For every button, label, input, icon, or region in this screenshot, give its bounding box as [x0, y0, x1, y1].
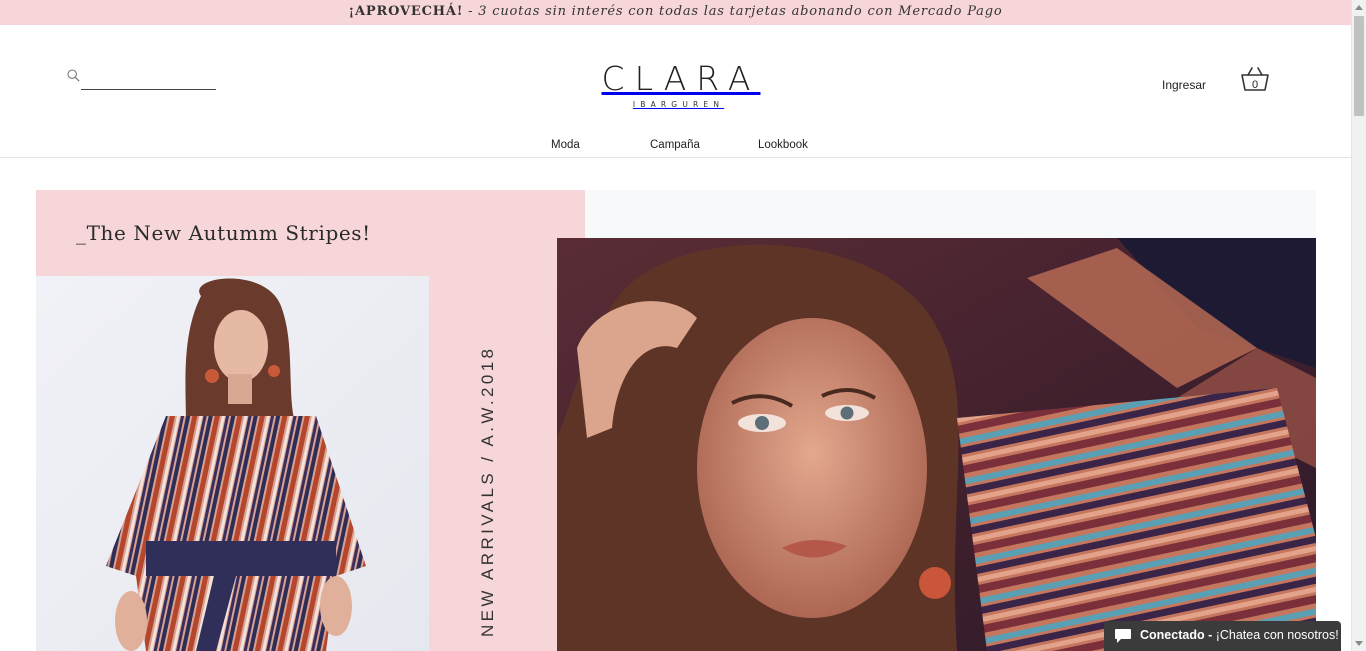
cart-count: 0	[1251, 79, 1259, 91]
model-standing-image	[36, 276, 429, 651]
search-input[interactable]	[81, 68, 216, 90]
logo-wordmark: CLARA	[601, 59, 761, 98]
scroll-thumb[interactable]	[1354, 16, 1364, 116]
chat-status: Conectado	[1140, 628, 1205, 642]
scroll-down-arrow-icon[interactable]	[1355, 641, 1363, 646]
search-box	[67, 68, 217, 92]
logo-subtitle: IBARGUREN	[632, 100, 725, 109]
site-header: CLARA IBARGUREN Ingresar 0 Moda Campaña …	[0, 25, 1351, 158]
chat-message: ¡Chatea con nosotros!	[1215, 628, 1339, 642]
model-closeup-image	[557, 238, 1316, 651]
hero-light-strip	[585, 190, 1316, 238]
page-viewport: ¡APROVECHÁ! - 3 cuotas sin interés con t…	[0, 0, 1351, 651]
model-photo-standing[interactable]	[36, 276, 429, 651]
nav-item-campana[interactable]: Campaña	[650, 139, 700, 151]
promo-text: - 3 cuotas sin interés con todas las tar…	[463, 4, 1003, 19]
main-nav: Moda Campaña Lookbook	[0, 139, 1351, 157]
chat-bubble-icon	[1115, 629, 1131, 643]
nav-item-moda[interactable]: Moda	[551, 139, 580, 151]
chat-widget[interactable]: Conectado - ¡Chatea con nosotros!	[1104, 621, 1341, 651]
search-icon[interactable]	[67, 69, 80, 82]
hero-title: _The New Autumm Stripes!	[76, 221, 371, 245]
scroll-up-arrow-icon[interactable]	[1355, 5, 1363, 10]
promo-highlight: ¡APROVECHÁ!	[348, 4, 464, 19]
brand-logo[interactable]: CLARA IBARGUREN	[583, 61, 769, 113]
chat-separator: -	[1204, 628, 1216, 642]
hero-section: _The New Autumm Stripes! NEW ARRIVALS / …	[36, 190, 1316, 651]
page-scrollbar[interactable]	[1351, 0, 1366, 651]
hero-vertical-caption: NEW ARRIVALS / A.W.2018	[478, 345, 497, 637]
nav-item-lookbook[interactable]: Lookbook	[758, 139, 808, 151]
model-photo-closeup[interactable]	[557, 238, 1316, 651]
cart-button[interactable]: 0	[1240, 65, 1272, 97]
promo-banner: ¡APROVECHÁ! - 3 cuotas sin interés con t…	[0, 0, 1351, 25]
login-link[interactable]: Ingresar	[1162, 78, 1206, 92]
